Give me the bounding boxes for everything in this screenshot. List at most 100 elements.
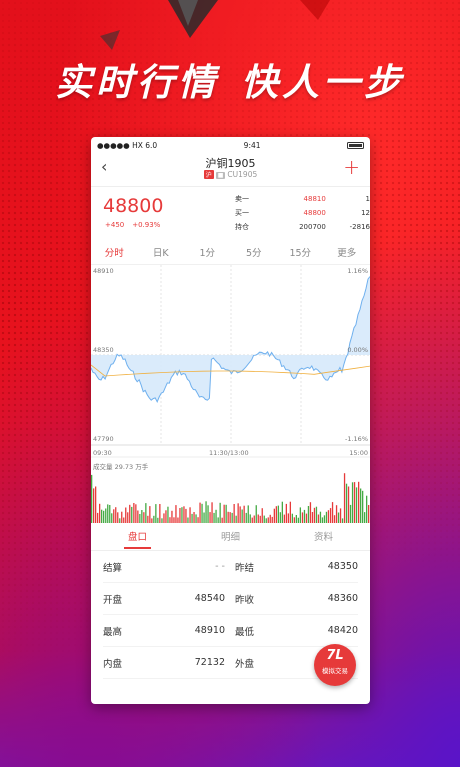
volume-bar <box>347 486 350 523</box>
volume-bar <box>103 510 105 523</box>
oi-label: 持仓 <box>235 223 249 231</box>
tab-more[interactable]: 更多 <box>324 245 371 259</box>
volume-bar <box>337 512 340 523</box>
volume-bar <box>153 515 155 523</box>
ask-label: 卖一 <box>235 195 249 203</box>
stats-row: 最高 48910 最低 48420 <box>103 615 358 647</box>
volume-bar <box>265 518 267 523</box>
volume-bar <box>159 504 161 523</box>
volume-bar <box>113 509 115 523</box>
volume-bar <box>261 508 263 523</box>
intraday-chart[interactable]: 48910 1.16% 48350 0.00% 47790 -1.16% 09:… <box>91 265 370 523</box>
volume-bar <box>187 517 189 523</box>
volume-bar <box>275 506 277 523</box>
order-book: 卖一 48810 1 买一 48800 12 持仓 200700 -2816 <box>235 194 370 236</box>
volume-bar <box>315 506 318 523</box>
volume-bar <box>239 506 241 523</box>
stat-value: 48910 <box>194 625 225 636</box>
volume-bar <box>297 517 299 523</box>
volume-bar <box>257 514 259 523</box>
simulated-trade-button[interactable]: 7L 模拟交易 <box>314 644 356 686</box>
volume-bar <box>161 518 163 523</box>
volume-bar <box>319 511 322 523</box>
stats-row: 结算 - - 昨结 48350 <box>103 551 358 583</box>
volume-label: 成交量 29.73 万手 <box>93 463 149 471</box>
add-watchlist-button[interactable]: + <box>343 155 360 179</box>
stat-label: 最低 <box>235 626 255 638</box>
volume-bar <box>243 505 245 523</box>
volume-bar <box>295 515 297 523</box>
volume-bar <box>358 481 360 523</box>
volume-bar <box>229 512 231 523</box>
volume-bar <box>301 512 304 523</box>
volume-bar <box>325 511 328 523</box>
volume-bar <box>169 517 171 523</box>
volume-bar <box>127 512 129 523</box>
tab-detail[interactable]: 明细 <box>184 525 277 551</box>
chart-svg <box>91 265 370 523</box>
volume-bar <box>179 508 181 523</box>
volume-bar <box>135 504 137 523</box>
tab-1min[interactable]: 1分 <box>184 245 231 259</box>
volume-bar <box>133 503 135 523</box>
volume-bar <box>269 514 271 523</box>
volume-bar <box>189 507 191 523</box>
volume-bar <box>271 516 273 523</box>
time-end-label: 15:00 <box>349 449 368 457</box>
volume-bar <box>247 505 249 523</box>
volume-bar <box>329 508 332 523</box>
volume-bar <box>115 507 117 523</box>
volume-bar <box>225 504 227 523</box>
tab-5min[interactable]: 5分 <box>231 245 278 259</box>
volume-bar <box>283 514 285 523</box>
volume-bar <box>233 504 235 523</box>
tab-daily-k[interactable]: 日K <box>138 245 185 259</box>
volume-bar <box>175 505 177 523</box>
type-badge: ■ <box>215 172 226 179</box>
time-mid-label: 11:30/13:00 <box>209 449 249 457</box>
stat-label: 结算 <box>103 562 123 574</box>
carrier-text: ●●●●● HX 6.0 <box>97 140 158 150</box>
tab-15min[interactable]: 15分 <box>277 245 324 259</box>
contract-code: CU1905 <box>227 170 258 179</box>
volume-bar <box>231 512 233 523</box>
volume-bar <box>129 504 131 523</box>
battery-icon <box>346 141 364 149</box>
volume-bar <box>277 505 279 523</box>
open-interest-row: 持仓 200700 -2816 <box>235 222 370 236</box>
tab-info[interactable]: 资料 <box>277 525 370 551</box>
volume-bar <box>237 503 239 523</box>
volume-bar <box>155 504 157 523</box>
volume-bar <box>281 501 283 523</box>
time-start-label: 09:30 <box>93 449 112 457</box>
volume-bar <box>99 503 101 523</box>
y-max-label: 48910 <box>93 267 114 275</box>
volume-bar <box>245 512 247 523</box>
last-price: 48800 <box>103 195 164 217</box>
volume-bar <box>163 513 165 523</box>
time-text: 9:41 <box>243 140 261 150</box>
volume-bar <box>255 505 257 523</box>
volume-bar <box>235 515 237 523</box>
volume-bar <box>289 501 291 523</box>
stat-value: 72132 <box>194 657 225 668</box>
volume-bar <box>119 518 121 523</box>
volume-bar <box>213 512 215 523</box>
ask-qty: 1 <box>365 195 370 203</box>
exchange-badge: 沪 <box>203 170 214 179</box>
volume-bar <box>137 510 139 523</box>
volume-bar <box>199 502 201 523</box>
stat-label: 内盘 <box>103 658 123 670</box>
volume-bar <box>203 512 205 523</box>
volume-bar <box>311 512 314 523</box>
volume-bar <box>95 486 97 523</box>
price-change: +450 +0.93% <box>105 221 168 229</box>
volume-bar <box>353 482 356 523</box>
bid-row: 买一 48800 12 <box>235 208 370 222</box>
volume-bar <box>185 508 187 523</box>
page-title: 沪铜1905 <box>205 157 256 170</box>
tab-order-book[interactable]: 盘口 <box>91 525 184 551</box>
tab-intraday[interactable]: 分时 <box>91 245 138 259</box>
volume-bar <box>351 482 354 523</box>
volume-bar <box>355 487 358 523</box>
